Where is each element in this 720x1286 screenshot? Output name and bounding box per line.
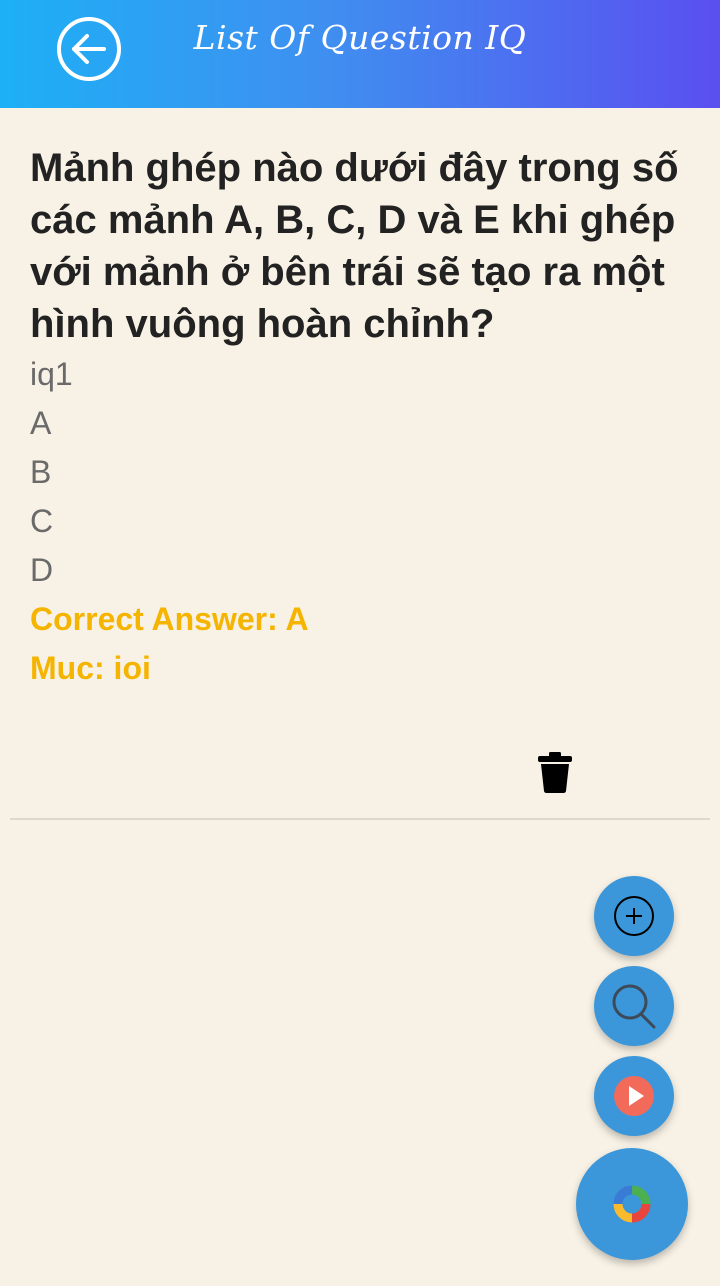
page-title: List Of Question IQ xyxy=(193,18,527,57)
question-image-ref: iq1 xyxy=(30,356,73,392)
option-b: B xyxy=(30,454,52,490)
divider xyxy=(10,818,710,820)
delete-button[interactable] xyxy=(537,750,573,794)
colorful-ring-icon xyxy=(613,1185,651,1223)
question-category: Muc: ioi xyxy=(30,650,151,686)
search-icon xyxy=(612,984,656,1029)
add-button[interactable] xyxy=(594,876,674,956)
correct-answer: Correct Answer: A xyxy=(30,601,309,637)
option-d: D xyxy=(30,552,54,588)
play-button[interactable] xyxy=(594,1056,674,1136)
option-a: A xyxy=(30,405,52,441)
main-menu-button[interactable] xyxy=(576,1148,688,1260)
app-bar: List Of Question IQ xyxy=(0,0,720,108)
option-c: C xyxy=(30,503,54,539)
question-text: Mảnh ghép nào dưới đây trong số các mảnh… xyxy=(30,146,679,346)
search-button[interactable] xyxy=(594,966,674,1046)
add-circle-icon xyxy=(614,896,654,936)
play-icon xyxy=(614,1076,654,1116)
question-card: Mảnh ghép nào dưới đây trong số các mảnh… xyxy=(30,142,690,693)
trash-icon xyxy=(538,752,572,793)
